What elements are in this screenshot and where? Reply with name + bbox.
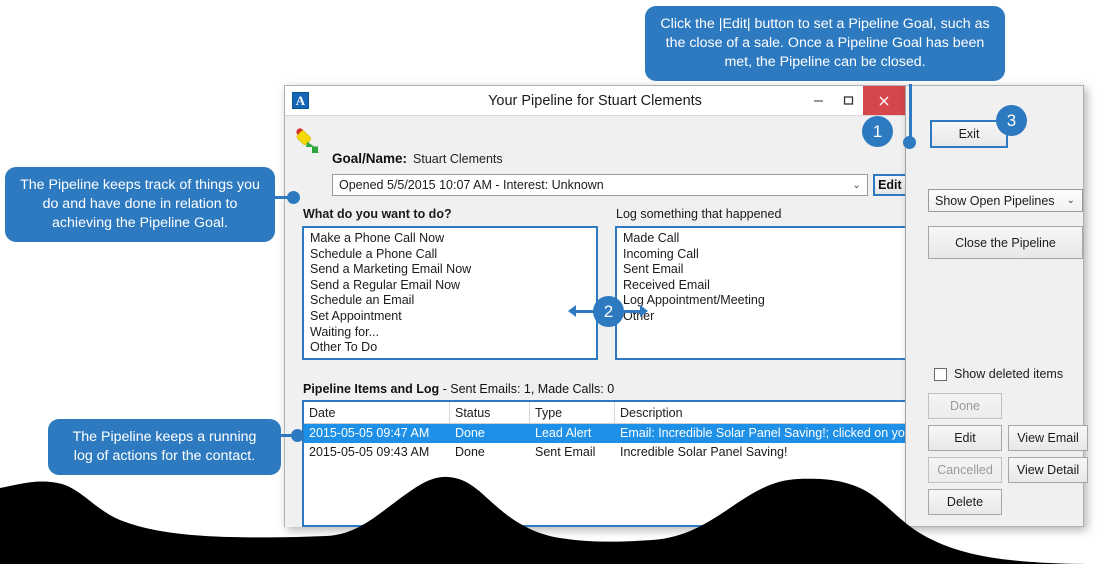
column-header-date[interactable]: Date [304,402,450,423]
list-item[interactable]: Waiting for... [307,325,596,341]
column-header-description[interactable]: Description [615,402,905,423]
callout-marker-3: 3 [996,105,1027,136]
marker-2-arrow-right-head [640,305,648,317]
close-icon[interactable] [863,86,905,115]
callout-marker-1: 1 [862,116,893,147]
window-controls [803,86,905,115]
column-header-status[interactable]: Status [450,402,530,423]
screenshot-root: A Your Pipeline for Stuart Clements Goal… [0,0,1105,564]
list-item[interactable]: Log Appointment/Meeting [620,293,905,309]
view-email-button[interactable]: View Email [1008,425,1088,451]
done-button[interactable]: Done [928,393,1002,419]
cell-date: 2015-05-05 09:47 AM [309,426,430,440]
log-section-title: Pipeline Items and Log - Sent Emails: 1,… [303,382,614,396]
callout-bubble-log: The Pipeline keeps a running log of acti… [48,419,281,475]
goal-value: Stuart Clements [413,152,503,166]
list-item[interactable]: Set Appointment [307,309,596,325]
pipeline-filter-value: Show Open Pipelines [935,193,1055,208]
pencil-goal-icon [293,126,323,161]
list-item[interactable]: Make a Phone Call Now [307,231,596,247]
callout-marker-2: 2 [593,296,624,327]
log-section-title-bold: Pipeline Items and Log [303,382,440,396]
callout-dot-top [903,136,916,149]
todo-listbox[interactable]: Make a Phone Call Now Schedule a Phone C… [302,226,598,360]
cell-type: Lead Alert [535,426,592,440]
pipeline-log-table[interactable]: Date Status Type Description 2015-05-05 … [302,400,905,527]
marker-2-arrow-left-line [573,310,595,313]
callout-connector-top [909,84,912,143]
list-item[interactable]: Send a Marketing Email Now [307,262,596,278]
log-section-title-counts: - Sent Emails: 1, Made Calls: 0 [439,382,615,396]
cell-description: Email: Incredible Solar Panel Saving!; c… [620,426,905,440]
chevron-down-icon: ⌄ [1066,195,1075,206]
table-header-row: Date Status Type Description [304,402,905,424]
cell-type: Sent Email [535,445,596,459]
log-listbox[interactable]: Made Call Incoming Call Sent Email Recei… [615,226,905,360]
pipeline-select-row: Opened 5/5/2015 10:07 AM - Interest: Unk… [332,174,905,196]
list-item[interactable]: Other [620,309,905,325]
edit-goal-button[interactable]: Edit [872,174,905,196]
close-pipeline-button[interactable]: Close the Pipeline [928,226,1083,259]
cell-status: Done [455,445,485,459]
show-deleted-label: Show deleted items [954,367,1064,381]
pipeline-select-value: Opened 5/5/2015 10:07 AM - Interest: Unk… [339,178,604,192]
cancelled-button[interactable]: Cancelled [928,457,1002,483]
marker-2-arrow-left-head [568,305,576,317]
callout-bubble-track: The Pipeline keeps track of things you d… [5,167,275,242]
callout-bubble-edit: Click the |Edit| button to set a Pipelin… [645,6,1005,81]
pipeline-select[interactable]: Opened 5/5/2015 10:07 AM - Interest: Unk… [332,174,868,196]
list-item[interactable]: Made Call [620,231,905,247]
goal-label: Goal/Name: [332,151,408,166]
table-row[interactable]: 2015-05-05 09:43 AM Done Sent Email Incr… [304,443,905,462]
minimize-icon[interactable] [803,86,833,115]
side-panel: Exit Show Open Pipelines ⌄ Close the Pip… [906,85,1088,527]
goal-row: Goal/Name: Stuart Clements [332,151,503,166]
cell-description: Incredible Solar Panel Saving! [620,445,788,459]
show-deleted-checkbox[interactable] [934,367,947,381]
maximize-icon[interactable] [833,86,863,115]
pipeline-filter-select[interactable]: Show Open Pipelines ⌄ [928,189,1083,212]
column-header-type[interactable]: Type [530,402,615,423]
todo-list-header: What do you want to do? [303,207,452,221]
table-row[interactable]: 2015-05-05 09:47 AM Done Lead Alert Emai… [304,424,905,443]
show-deleted-row[interactable]: Show deleted items [934,367,1063,381]
log-list-header: Log something that happened [616,207,782,221]
list-item[interactable]: Sent Email [620,262,905,278]
cell-status: Done [455,426,485,440]
callout-dot-log [291,429,304,442]
callout-dot-left [287,191,300,204]
list-item[interactable]: Received Email [620,278,905,294]
edit-item-button[interactable]: Edit [928,425,1002,451]
window-titlebar: A Your Pipeline for Stuart Clements [285,86,905,116]
chevron-down-icon: ⌄ [852,179,861,191]
marker-2-arrow-right-line [622,310,642,313]
list-item[interactable]: Incoming Call [620,247,905,263]
list-item[interactable]: Other To Do [307,340,596,356]
delete-button[interactable]: Delete [928,489,1002,515]
list-item[interactable]: Send a Regular Email Now [307,278,596,294]
cell-date: 2015-05-05 09:43 AM [309,445,430,459]
window-body: Goal/Name: Stuart Clements Opened 5/5/201… [285,116,905,527]
list-item[interactable]: Schedule a Phone Call [307,247,596,263]
list-item[interactable]: Schedule an Email [307,293,596,309]
view-detail-button[interactable]: View Detail [1008,457,1088,483]
